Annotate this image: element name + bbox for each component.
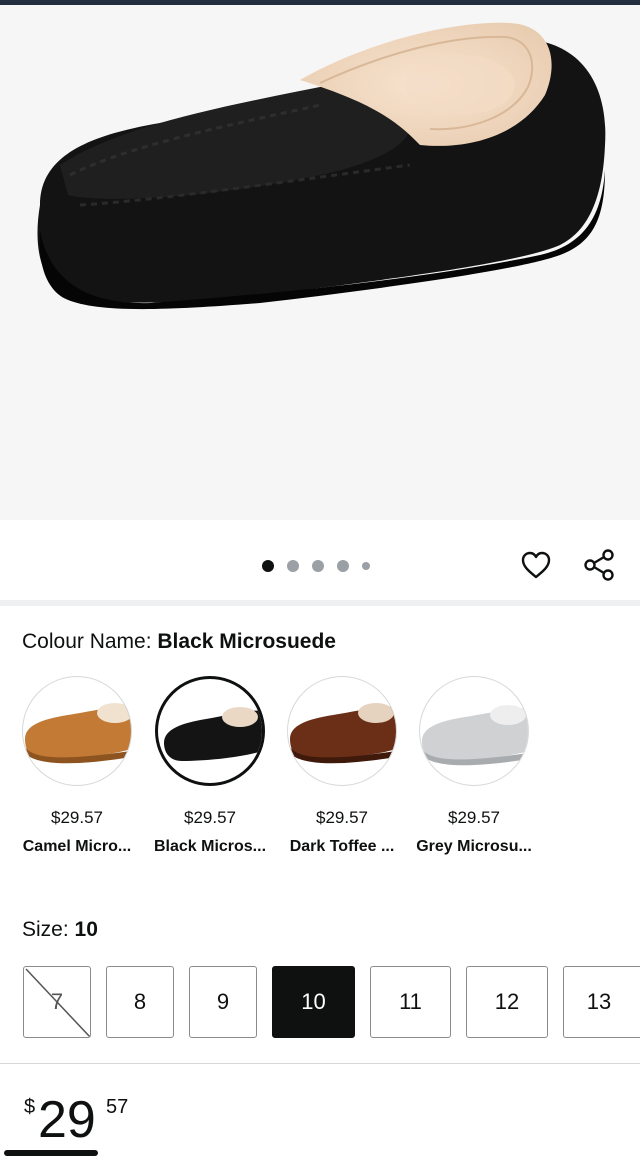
image-gallery-controls [0,520,640,600]
colour-swatch-black[interactable]: $29.57 Black Micros... [144,676,276,856]
swatch-image [22,676,132,786]
product-image[interactable] [0,5,640,520]
price-currency-symbol: $ [24,1096,36,1118]
swatch-price: $29.57 [448,808,500,827]
size-option[interactable]: 8 [106,966,174,1038]
size-option[interactable]: 11 [370,966,451,1038]
colour-swatch-dark-toffee[interactable]: $29.57 Dark Toffee ... [276,676,408,856]
price-underline [4,1150,98,1156]
size-heading: Size: 10 [22,918,98,942]
share-button[interactable] [581,547,617,583]
size-option-label: 8 [133,989,147,1014]
add-to-wishlist-button[interactable] [518,547,554,583]
size-option-selected[interactable]: 10 [272,966,355,1038]
size-option-unavailable[interactable]: 7 [23,966,91,1038]
pager-dot[interactable] [262,560,274,572]
image-pager[interactable] [262,558,370,574]
size-option[interactable]: 12 [466,966,548,1038]
swatch-price: $29.57 [316,808,368,827]
swatch-name: Dark Toffee ... [289,838,395,855]
size-option-label: 11 [399,989,422,1014]
pager-dot[interactable] [287,560,299,572]
size-option[interactable]: 13 [563,966,640,1038]
swatch-name: Camel Micro... [22,838,132,855]
pager-dot[interactable] [337,560,349,572]
size-option[interactable]: 9 [189,966,257,1038]
swatch-price: $29.57 [184,808,236,827]
swatch-name: Grey Microsu... [416,838,532,855]
pager-dot[interactable] [312,560,324,572]
colour-name-heading: Colour Name: Black Microsuede [22,630,336,654]
dark-toffee-slipper-thumbnail [290,703,396,764]
swatch-name: Black Micros... [153,838,267,855]
price-divider [0,1063,640,1064]
size-option-label: 10 [301,989,326,1014]
swatch-image [155,676,265,786]
colour-swatch-camel[interactable]: $29.57 Camel Micro... [11,676,143,856]
swatch-image [287,676,397,786]
colour-swatch-grey[interactable]: $29.57 Grey Microsu... [408,676,540,856]
size-option-label: 13 [586,989,612,1014]
pager-dot[interactable] [362,562,370,570]
grey-slipper-thumbnail [422,705,528,766]
size-label-text: Size: [22,918,75,941]
price-whole: 29 [38,1091,96,1149]
colour-label-text: Colour Name: [22,630,158,653]
unavailable-strike-icon [25,968,90,1037]
black-slipper-thumbnail [164,707,262,761]
selected-colour-name: Black Microsuede [157,630,336,653]
swatch-price: $29.57 [51,808,103,827]
selected-size: 10 [74,918,98,941]
size-option-label: 12 [494,989,520,1014]
section-divider [0,600,640,606]
heart-icon [521,551,551,579]
share-icon [584,549,614,581]
camel-slipper-thumbnail [25,703,131,764]
size-option-label: 9 [216,989,230,1014]
black-moccasin-slipper-image [37,22,606,310]
price-fraction: 57 [106,1096,129,1118]
swatch-image [419,676,529,786]
